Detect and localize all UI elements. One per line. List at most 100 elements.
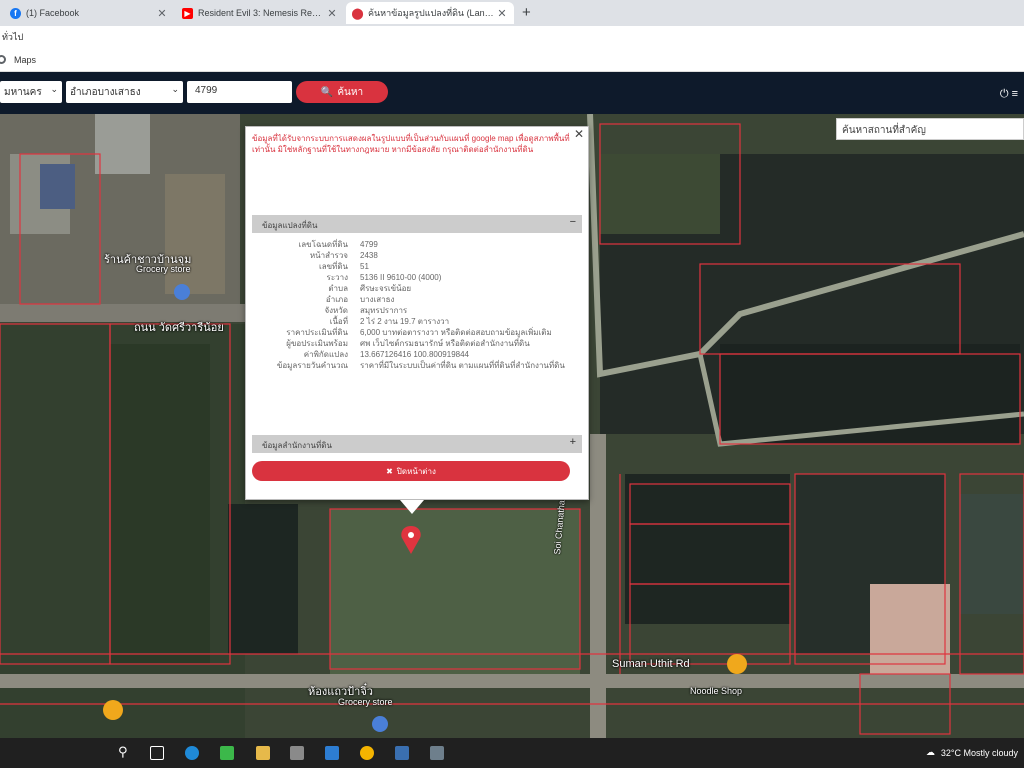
row-value: 2438 xyxy=(360,251,378,260)
map-label-road: Suman Uthit Rd xyxy=(612,658,690,670)
line-icon[interactable] xyxy=(220,746,234,760)
row-value: 2 ไร่ 2 งาน 19.7 ตารางวา xyxy=(360,317,450,326)
tab-title: (1) Facebook xyxy=(26,8,80,18)
row-value: สมุทรปราการ xyxy=(360,306,408,315)
search-button[interactable]: 🔍 ค้นหา xyxy=(296,81,388,103)
table-row: ผู้ขอประเมินพร้อม ศพ เว็บไซต์กรมธนารักษ์ … xyxy=(252,338,582,349)
youtube-icon: ▶ xyxy=(182,7,193,19)
section-parcel-info[interactable]: ข้อมูลแปลงที่ดิน − xyxy=(252,215,582,233)
row-key: ผู้ขอประเมินพร้อม xyxy=(286,339,348,348)
district-select[interactable]: อำเภอบางเสาธง ⌄ xyxy=(66,81,183,103)
row-key: หน้าสำรวจ xyxy=(309,251,348,260)
chevron-down-icon: ⌄ xyxy=(171,84,179,94)
row-value: ราคาที่มีในระบบเป็นค่าที่ดิน ตามแผนที่ที… xyxy=(360,361,565,370)
row-key: อำเภอ xyxy=(325,295,348,304)
row-key: เลขโฉนดที่ดิน xyxy=(298,240,348,249)
table-row: ราคาประเมินที่ดิน 6,000 บาทต่อตารางวา หรื… xyxy=(252,327,582,338)
parcel-info-table: เลขโฉนดที่ดิน 4799 หน้าสำรวจ 2438 เลขที่ดิ… xyxy=(252,239,582,371)
task-view-icon[interactable] xyxy=(150,746,164,760)
close-tab-icon[interactable]: ✕ xyxy=(156,7,168,20)
close-window-label: ปิดหน้าต่าง xyxy=(396,466,436,476)
browser-tab-bar: f (1) Facebook ✕ ▶ Resident Evil 3: Neme… xyxy=(0,0,1024,26)
row-key: ระวาง xyxy=(326,273,348,282)
tab-title: ค้นหาข้อมูลรูปแปลงที่ดิน (LandsMaps) xyxy=(368,8,496,18)
photos-icon[interactable] xyxy=(395,746,409,760)
row-key: ข้อมูลรายวันคำนวณ xyxy=(276,361,348,370)
map-label-place[interactable]: Grocery store xyxy=(338,697,393,707)
satellite-map[interactable]: ร้านค้าชาวบ้านจุม Grocery store ถนน วัดศ… xyxy=(0,114,1024,738)
section-title: ข้อมูลแปลงที่ดิน xyxy=(262,221,318,230)
weather-text[interactable]: 32°C Mostly cloudy xyxy=(941,748,1018,758)
parcel-number-value: 4799 xyxy=(195,85,218,96)
row-key: ตำบล xyxy=(328,284,348,293)
map-place-search-input[interactable]: ค้นหาสถานที่สำคัญ xyxy=(836,118,1024,140)
store-icon[interactable] xyxy=(290,746,304,760)
table-row: อำเภอ บางเสาธง xyxy=(252,294,582,305)
windows-taskbar: ⚲ ☁ 32°C Mostly cloudy xyxy=(0,738,1024,768)
tab-landsmaps[interactable]: ⬤ ค้นหาข้อมูลรูปแปลงที่ดิน (LandsMaps) ✕ xyxy=(346,2,514,24)
close-tab-icon[interactable]: ✕ xyxy=(326,7,338,20)
system-tray: ☁ 32°C Mostly cloudy xyxy=(926,747,1018,758)
chrome-icon[interactable] xyxy=(360,746,374,760)
disclaimer-text: ข้อมูลที่ได้รับจากระบบการแสดงผลในรูปแบบท… xyxy=(252,134,570,154)
section-land-office[interactable]: ข้อมูลสำนักงานที่ดิน + xyxy=(252,435,582,453)
bookmark-maps[interactable]: Maps xyxy=(14,55,36,65)
parcel-info-popup: ✕ ข้อมูลที่ได้รับจากระบบการแสดงผลในรูปแบ… xyxy=(245,126,589,500)
district-select-value: อำเภอบางเสาธง xyxy=(70,87,141,98)
province-select-value: มหานคร xyxy=(4,87,42,98)
row-value: 51 xyxy=(360,262,369,271)
row-value: 5136 II 9610-00 (4000) xyxy=(360,273,442,282)
table-row: ข้อมูลรายวันคำนวณ ราคาที่มีในระบบเป็นค่าท… xyxy=(252,360,582,371)
search-button-label: ค้นหา xyxy=(337,86,364,98)
tab-facebook[interactable]: f (1) Facebook ✕ xyxy=(4,2,174,24)
table-row: ตำบล ศีรษะจรเข้น้อย xyxy=(252,283,582,294)
table-row: ระวาง 5136 II 9610-00 (4000) xyxy=(252,272,582,283)
new-tab-button[interactable]: + xyxy=(522,4,531,21)
close-tab-icon[interactable]: ✕ xyxy=(496,7,508,20)
parcel-number-input[interactable]: 4799 xyxy=(187,81,292,103)
map-label-place[interactable]: Noodle Shop xyxy=(690,686,742,696)
row-key: จังหวัด xyxy=(324,306,348,315)
map-pin-icon: ⬤ xyxy=(351,7,364,20)
row-value: 4799 xyxy=(360,240,378,249)
bookmarks-bar: Maps xyxy=(0,48,1024,72)
tab-youtube[interactable]: ▶ Resident Evil 3: Nemesis Rebuilt ✕ xyxy=(176,2,344,24)
table-row: เลขที่ดิน 51 xyxy=(252,261,582,272)
row-value: 6,000 บาทต่อตารางวา หรือติดต่อสอบถามข้อม… xyxy=(360,328,552,337)
user-icon[interactable]: ⏻ ≡ xyxy=(1000,88,1018,101)
search-icon[interactable]: ⚲ xyxy=(118,744,132,759)
address-bar[interactable]: ทั่วไป xyxy=(0,26,1024,48)
mail-icon[interactable] xyxy=(325,746,339,760)
table-row: ค่าพิกัดแปลง 13.667126416 100.800919844 xyxy=(252,349,582,360)
table-row: หน้าสำรวจ 2438 xyxy=(252,250,582,261)
file-explorer-icon[interactable] xyxy=(256,746,270,760)
google-maps-icon xyxy=(0,55,6,64)
landsmaps-toolbar: มหานคร ⌄ อำเภอบางเสาธง ⌄ 4799 🔍 ค้นหา ⏻ … xyxy=(0,72,1024,114)
table-row: จังหวัด สมุทรปราการ xyxy=(252,305,582,316)
row-value: 13.667126416 100.800919844 xyxy=(360,350,469,359)
map-label-place[interactable]: Grocery store xyxy=(136,264,191,274)
facebook-icon: f xyxy=(10,7,21,19)
expand-icon[interactable]: + xyxy=(570,436,576,448)
row-key: เลขที่ดิน xyxy=(318,262,348,271)
row-key: เนื้อที่ xyxy=(329,317,348,326)
edge-icon[interactable] xyxy=(185,746,199,760)
table-row: เนื้อที่ 2 ไร่ 2 งาน 19.7 ตารางวา xyxy=(252,316,582,327)
popup-pointer xyxy=(400,500,424,514)
close-window-button[interactable]: ✖ ปิดหน้าต่าง xyxy=(252,461,570,481)
chevron-down-icon: ⌄ xyxy=(50,84,58,94)
map-label-road: ถนน วัดศรีวารีน้อย xyxy=(134,322,224,334)
map-search-placeholder: ค้นหาสถานที่สำคัญ xyxy=(842,125,926,136)
section-title: ข้อมูลสำนักงานที่ดิน xyxy=(262,441,332,450)
tab-title: Resident Evil 3: Nemesis Rebuilt xyxy=(198,8,326,18)
app-icon[interactable] xyxy=(430,746,444,760)
province-select[interactable]: มหานคร ⌄ xyxy=(0,81,62,103)
row-value: ศีรษะจรเข้น้อย xyxy=(360,284,412,293)
row-key: ค่าพิกัดแปลง xyxy=(303,350,348,359)
close-icon[interactable]: ✕ xyxy=(574,127,584,141)
weather-icon: ☁ xyxy=(925,747,935,757)
search-icon: 🔍 xyxy=(320,86,334,98)
row-value: บางเสาธง xyxy=(360,295,395,304)
collapse-icon[interactable]: − xyxy=(570,216,576,228)
row-key: ราคาประเมินที่ดิน xyxy=(286,328,348,337)
